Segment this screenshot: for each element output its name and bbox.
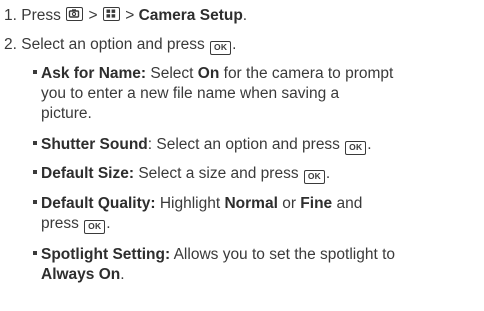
option-text: Select: [150, 65, 198, 82]
option-suffix: .: [120, 266, 125, 283]
bullet-icon: [33, 200, 37, 204]
step-1-number: 1.: [4, 7, 17, 24]
step-1-separator-2: >: [125, 7, 135, 24]
option-ask-for-name: Ask for Name: Select On for the camera t…: [33, 64, 478, 124]
option-value-always-on: Always On: [41, 266, 121, 283]
option-text: Select a size and press: [134, 165, 299, 182]
option-default-size: Default Size: Select a size and press OK…: [33, 164, 478, 184]
menu-grid-key-icon: [102, 7, 120, 21]
option-text: and: [332, 195, 363, 212]
bullet-icon: [33, 70, 37, 74]
option-text: Allows you to set the spotlight to: [170, 246, 396, 263]
option-text-line: you to enter a new file name when saving…: [41, 85, 340, 102]
option-default-quality: Default Quality: Highlight Normal or Fin…: [33, 194, 478, 234]
step-1: 1. Press > > Camera Setup.: [4, 6, 247, 26]
option-term: Ask for Name:: [41, 65, 147, 82]
option-value-on: On: [197, 65, 220, 82]
option-suffix: .: [367, 136, 372, 153]
option-text: press: [41, 215, 79, 232]
option-spotlight-setting: Spotlight Setting: Allows you to set the…: [33, 245, 478, 285]
camera-setup-label: Camera Setup: [138, 7, 243, 24]
bullet-icon: [33, 141, 37, 145]
bullet-icon: [33, 170, 37, 174]
ok-key-icon: OK: [345, 141, 367, 155]
bullet-icon: [33, 251, 37, 255]
instruction-page: 1. Press > > Camera Setup. 2. Select an …: [0, 0, 484, 311]
step-2-number: 2.: [4, 36, 17, 53]
option-term: Default Size:: [41, 165, 135, 182]
option-term: Spotlight Setting:: [41, 246, 171, 263]
step-2: 2. Select an option and press OK.: [4, 35, 236, 55]
option-value-fine: Fine: [300, 195, 333, 212]
option-suffix: .: [106, 215, 111, 232]
option-text: for the camera to prompt: [219, 65, 394, 82]
ok-key-icon: OK: [84, 220, 106, 234]
option-term: Shutter Sound: [41, 136, 148, 153]
step-2-text: Select an option and press: [21, 36, 205, 53]
option-shutter-sound: Shutter Sound: Select an option and pres…: [33, 135, 478, 155]
step-1-suffix: .: [242, 7, 248, 24]
step-1-prefix: Press: [21, 7, 61, 24]
option-text-line: picture.: [41, 105, 92, 122]
option-suffix: .: [325, 165, 331, 182]
option-value-normal: Normal: [224, 195, 278, 212]
ok-key-icon: OK: [303, 170, 325, 184]
option-text: : Select an option and press: [147, 136, 340, 153]
option-text: Highlight: [155, 195, 225, 212]
camera-key-icon: [66, 7, 84, 21]
step-1-separator-1: >: [88, 7, 98, 24]
step-2-suffix: .: [232, 36, 237, 53]
option-text: or: [277, 195, 301, 212]
option-term: Default Quality:: [41, 195, 156, 212]
ok-key-icon: OK: [210, 41, 232, 55]
